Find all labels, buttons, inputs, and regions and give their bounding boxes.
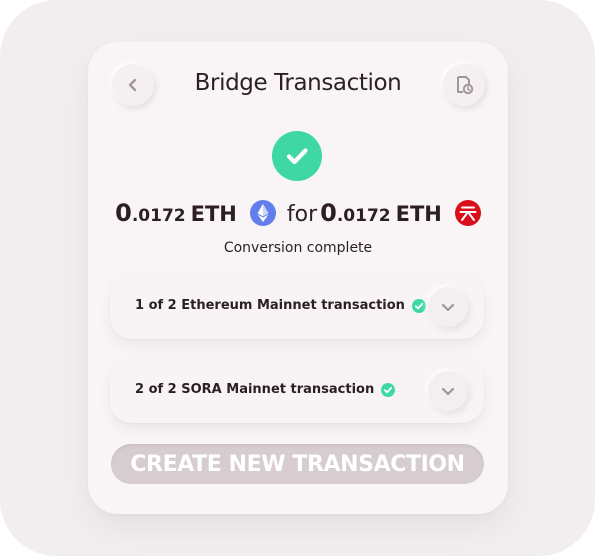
from-token-symbol: ETH — [190, 202, 237, 226]
from-amount-decimal: .0172 — [131, 206, 186, 226]
history-button[interactable] — [443, 64, 485, 106]
from-amount-integer: 0 — [115, 199, 132, 227]
expand-button[interactable] — [428, 371, 468, 411]
app-background: Bridge Transaction 0.0172 ETH for 0.0172… — [0, 0, 595, 556]
expand-button[interactable] — [428, 287, 468, 327]
transaction-row-ethereum[interactable]: 1 of 2 Ethereum Mainnet transaction — [110, 275, 484, 339]
transaction-label: 2 of 2 SORA Mainnet transaction — [135, 382, 375, 397]
transaction-row-sora[interactable]: 2 of 2 SORA Mainnet transaction — [110, 359, 484, 423]
history-icon — [457, 76, 474, 95]
transaction-label: 1 of 2 Ethereum Mainnet transaction — [135, 298, 405, 313]
transaction-row-content: 2 of 2 SORA Mainnet transaction — [135, 382, 396, 397]
chevron-down-icon — [441, 303, 455, 312]
ethereum-icon — [249, 200, 276, 226]
conversion-amount: 0.0172 ETH for 0.0172 ETH — [88, 199, 508, 227]
check-icon — [381, 382, 396, 397]
page-title: Bridge Transaction — [194, 70, 402, 96]
check-icon — [411, 298, 426, 313]
bridge-transaction-card: Bridge Transaction 0.0172 ETH for 0.0172… — [88, 42, 508, 514]
create-new-transaction-button[interactable]: CREATE NEW TRANSACTION — [111, 444, 484, 484]
connector-text: for — [286, 202, 318, 227]
chevron-down-icon — [441, 387, 455, 396]
to-token-symbol: ETH — [395, 202, 442, 226]
to-amount-decimal: .0172 — [336, 206, 391, 226]
to-amount-integer: 0 — [320, 199, 337, 227]
conversion-status: Conversion complete — [223, 240, 373, 256]
sora-icon — [454, 200, 481, 226]
chevron-left-icon — [128, 78, 137, 92]
success-check-icon — [272, 131, 322, 181]
back-button[interactable] — [112, 64, 154, 106]
transaction-row-content: 1 of 2 Ethereum Mainnet transaction — [135, 298, 426, 313]
